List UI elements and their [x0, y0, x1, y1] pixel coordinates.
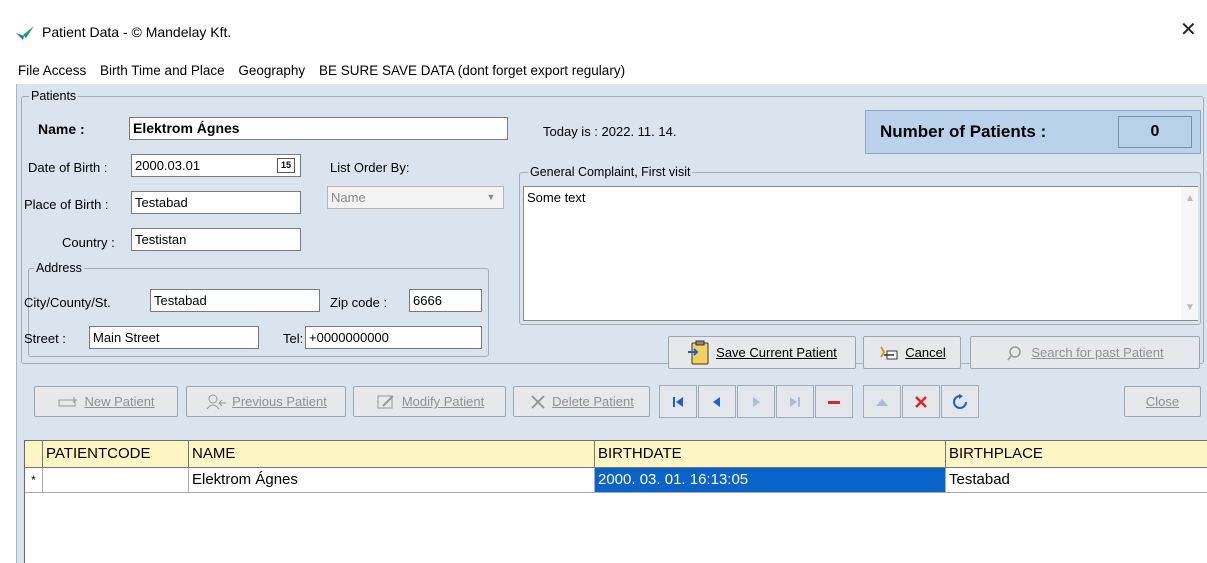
- dob-date-picker[interactable]: 2000.03.01 15: [131, 154, 301, 177]
- save-label: Save Current Patient: [716, 345, 837, 360]
- name-label: Name :: [38, 121, 85, 137]
- zip-input[interactable]: 6666: [409, 289, 482, 312]
- zip-label: Zip code :: [330, 295, 388, 310]
- grid-indicator-header: [25, 441, 43, 468]
- triangle-up-icon: [876, 398, 888, 406]
- nav-refresh-button[interactable]: [941, 385, 979, 418]
- menu-geography[interactable]: Geography: [238, 63, 305, 78]
- grid-cell-birthdate-selected[interactable]: 2000. 03. 01. 16:13:05: [595, 468, 946, 493]
- street-label: Street :: [24, 331, 66, 346]
- complaint-scrollbar[interactable]: ▲ ▼: [1181, 187, 1198, 320]
- dob-label: Date of Birth :: [28, 160, 108, 175]
- cancel-undo-icon: [880, 345, 898, 359]
- city-label: City/County/St.: [24, 295, 111, 310]
- nav-last-button[interactable]: [776, 385, 814, 418]
- modify-patient-button[interactable]: Modify Patient: [353, 386, 506, 417]
- previous-patient-icon: [206, 394, 227, 409]
- cancel-label: Cancel: [905, 345, 946, 360]
- grid-header-patientcode[interactable]: PATIENTCODE: [43, 441, 189, 468]
- red-x-icon: [915, 395, 927, 408]
- nav-first-icon: [673, 396, 683, 407]
- window-title: Patient Data - © Mandelay Kft.: [42, 24, 232, 40]
- menu-bar: File Access Birth Time and Place Geograp…: [18, 63, 635, 78]
- nav-delete-button[interactable]: [815, 385, 853, 418]
- nav-last-icon: [790, 396, 800, 407]
- nav-prior-icon: [713, 396, 720, 407]
- minus-icon: [828, 400, 840, 404]
- scroll-down-icon[interactable]: ▼: [1185, 302, 1195, 313]
- tel-input[interactable]: +0000000000: [305, 326, 482, 349]
- new-record-icon: [58, 396, 78, 406]
- country-input[interactable]: Testistan: [131, 228, 301, 251]
- menu-save-warning[interactable]: BE SURE SAVE DATA (dont forget export re…: [319, 63, 625, 78]
- previous-patient-label: Previous Patient: [232, 394, 327, 409]
- patients-grid[interactable]: PATIENTCODE NAME BIRTHDATE BIRTHPLACE * …: [24, 440, 1207, 563]
- nav-prior-button[interactable]: [698, 385, 736, 418]
- search-label: Search for past Patient: [1031, 345, 1164, 360]
- close-window-icon[interactable]: ✕: [1180, 20, 1197, 40]
- save-current-patient-button[interactable]: Save Current Patient: [668, 336, 856, 369]
- new-patient-button[interactable]: New Patient: [34, 386, 178, 417]
- nav-next-icon: [753, 396, 760, 407]
- today-label: Today is : 2022. 11. 14.: [543, 124, 677, 139]
- complaint-textarea[interactable]: Some text ▲ ▼: [523, 186, 1198, 321]
- title-bar: Patient Data - © Mandelay Kft. ✕: [0, 0, 1207, 62]
- search-icon: [1007, 345, 1022, 360]
- patients-group-title: Patients: [29, 89, 79, 103]
- cancel-button[interactable]: Cancel: [863, 336, 961, 369]
- search-past-patient-button[interactable]: Search for past Patient: [970, 336, 1200, 369]
- list-order-label: List Order By:: [330, 160, 410, 175]
- pob-label: Place of Birth :: [24, 197, 109, 212]
- scroll-up-icon[interactable]: ▲: [1185, 193, 1195, 204]
- delete-patient-button[interactable]: Delete Patient: [513, 386, 650, 417]
- city-input[interactable]: Testabad: [150, 289, 320, 312]
- patient-count-label: Number of Patients :: [880, 122, 1047, 141]
- grid-row-indicator: *: [25, 468, 43, 493]
- previous-patient-button[interactable]: Previous Patient: [186, 386, 346, 417]
- grid-header-birthdate[interactable]: BIRTHDATE: [595, 441, 946, 468]
- nav-next-button[interactable]: [737, 385, 775, 418]
- refresh-icon: [953, 393, 967, 409]
- country-label: Country :: [62, 235, 115, 250]
- list-order-value: Name: [331, 190, 366, 205]
- modify-patient-label: Modify Patient: [401, 394, 485, 409]
- grid-header-birthplace[interactable]: BIRTHPLACE: [946, 441, 1207, 468]
- grid-header-name[interactable]: NAME: [189, 441, 595, 468]
- save-clipboard-icon: [688, 340, 709, 364]
- complaint-group-title: General Complaint, First visit: [528, 165, 693, 179]
- address-group-title: Address: [34, 261, 84, 275]
- nav-edit-button[interactable]: [863, 385, 901, 418]
- grid-cell-name[interactable]: Elektrom Ágnes: [189, 468, 595, 493]
- close-button[interactable]: Close: [1124, 386, 1201, 417]
- list-order-select[interactable]: Name ▼: [327, 186, 504, 209]
- dob-value: 2000.03.01: [135, 158, 201, 173]
- name-input[interactable]: Elektrom Ágnes: [129, 117, 508, 140]
- new-patient-label: New Patient: [84, 394, 155, 409]
- nav-first-button[interactable]: [659, 385, 697, 418]
- patient-count-value: 0: [1118, 116, 1192, 148]
- menu-birth-time-place[interactable]: Birth Time and Place: [100, 63, 225, 78]
- delete-patient-label: Delete Patient: [552, 394, 634, 409]
- complaint-text: Some text: [527, 190, 586, 205]
- nav-cancel-button[interactable]: [902, 385, 940, 418]
- menu-file-access[interactable]: File Access: [18, 63, 86, 78]
- delete-x-icon: [531, 394, 545, 409]
- app-logo-icon: [16, 26, 34, 40]
- chevron-down-icon[interactable]: ▼: [482, 187, 500, 208]
- calendar-icon[interactable]: 15: [277, 158, 295, 173]
- street-input[interactable]: Main Street: [89, 326, 259, 349]
- patient-count-panel: Number of Patients : 0: [865, 110, 1201, 154]
- pob-input[interactable]: Testabad: [131, 191, 301, 214]
- close-label: Close: [1145, 394, 1180, 409]
- modify-icon: [377, 394, 394, 408]
- grid-cell-patientcode[interactable]: [43, 468, 189, 493]
- tel-label: Tel:: [283, 331, 304, 346]
- grid-cell-birthplace[interactable]: Testabad: [946, 468, 1207, 493]
